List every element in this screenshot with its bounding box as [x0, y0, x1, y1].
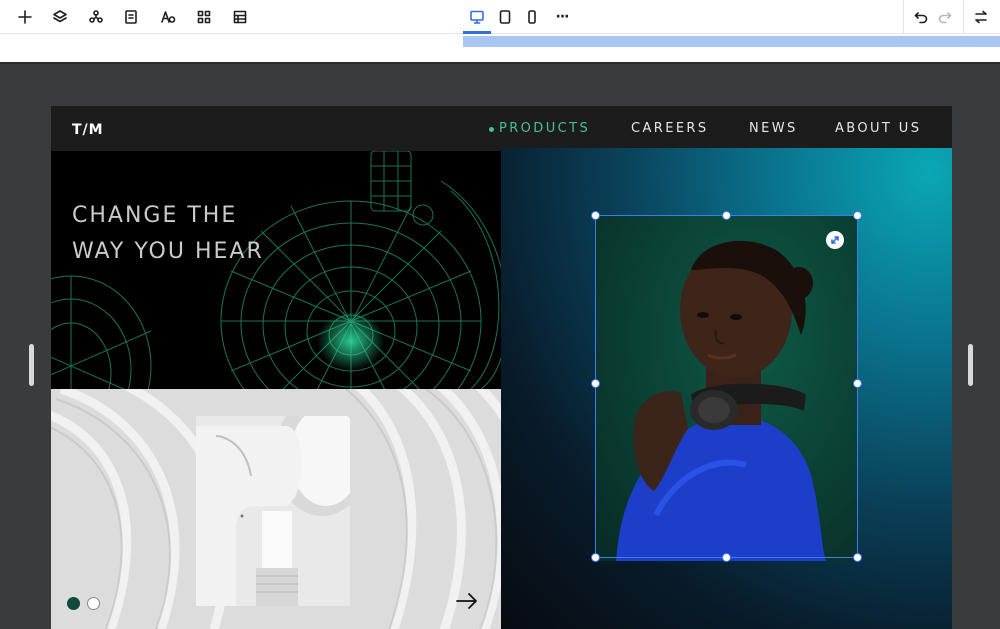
add-icon[interactable] — [12, 4, 38, 30]
hero-title-line: WAY YOU HEAR — [72, 239, 264, 264]
layers-icon[interactable] — [47, 4, 73, 30]
arrow-right-icon[interactable] — [455, 591, 479, 611]
resize-handle-top-left[interactable] — [591, 211, 600, 220]
hero-title-line: CHANGE THE — [72, 203, 238, 228]
site-preview: T/M PRODUCTS CAREERS NEWS ABOUT US CHANG… — [51, 106, 952, 629]
hero-section: CHANGE THE WAY YOU HEAR — [51, 151, 501, 389]
carousel-dot-active[interactable] — [67, 597, 80, 610]
resize-handle-top[interactable] — [722, 211, 731, 220]
left-resize-handle[interactable] — [29, 344, 34, 386]
nav-link-news[interactable]: NEWS — [749, 121, 798, 136]
apps-icon[interactable] — [191, 4, 217, 30]
resize-handle-bottom-left[interactable] — [591, 553, 600, 562]
toolbar-divider — [963, 0, 964, 34]
site-header: T/M PRODUCTS CAREERS NEWS ABOUT US — [51, 106, 952, 151]
site-logo[interactable]: T/M — [72, 122, 104, 138]
wireframe-headphones-image — [51, 151, 501, 389]
more-options-button[interactable]: ··· — [549, 4, 575, 30]
table-icon[interactable] — [227, 4, 253, 30]
resize-handle-bottom-right[interactable] — [853, 553, 862, 562]
toolbar-divider — [903, 0, 904, 34]
nav-link-careers[interactable]: CAREERS — [631, 121, 709, 136]
settings-toggle-icon[interactable] — [968, 4, 994, 30]
portrait-image[interactable] — [596, 215, 858, 561]
undo-icon[interactable] — [908, 4, 934, 30]
expand-icon[interactable] — [826, 231, 844, 249]
right-resize-handle[interactable] — [968, 344, 973, 386]
active-nav-dot — [489, 127, 494, 132]
resize-handle-top-right[interactable] — [853, 211, 862, 220]
resize-handle-right[interactable] — [853, 379, 862, 388]
desktop-icon[interactable] — [464, 4, 490, 30]
typography-icon[interactable] — [155, 4, 181, 30]
editor-canvas: T/M PRODUCTS CAREERS NEWS ABOUT US CHANG… — [0, 62, 1000, 629]
redo-icon[interactable] — [932, 4, 958, 30]
product-image[interactable] — [196, 416, 350, 606]
tablet-icon[interactable] — [492, 4, 518, 30]
resize-handle-left[interactable] — [591, 379, 600, 388]
resize-handle-bottom[interactable] — [722, 553, 731, 562]
mobile-icon[interactable] — [519, 4, 545, 30]
editor-toolbar: ··· — [0, 0, 1000, 34]
breakpoint-ruler[interactable] — [463, 36, 1000, 47]
carousel-dot[interactable] — [87, 597, 100, 610]
product-gallery — [51, 389, 501, 629]
nav-link-products[interactable]: PRODUCTS — [499, 121, 590, 136]
canvas-edge — [0, 62, 1000, 64]
nav-link-about-us[interactable]: ABOUT US — [835, 121, 921, 136]
pages-icon[interactable] — [118, 4, 144, 30]
active-device-indicator — [463, 31, 491, 34]
hero-title[interactable]: CHANGE THE WAY YOU HEAR — [72, 198, 264, 270]
components-icon[interactable] — [83, 4, 109, 30]
